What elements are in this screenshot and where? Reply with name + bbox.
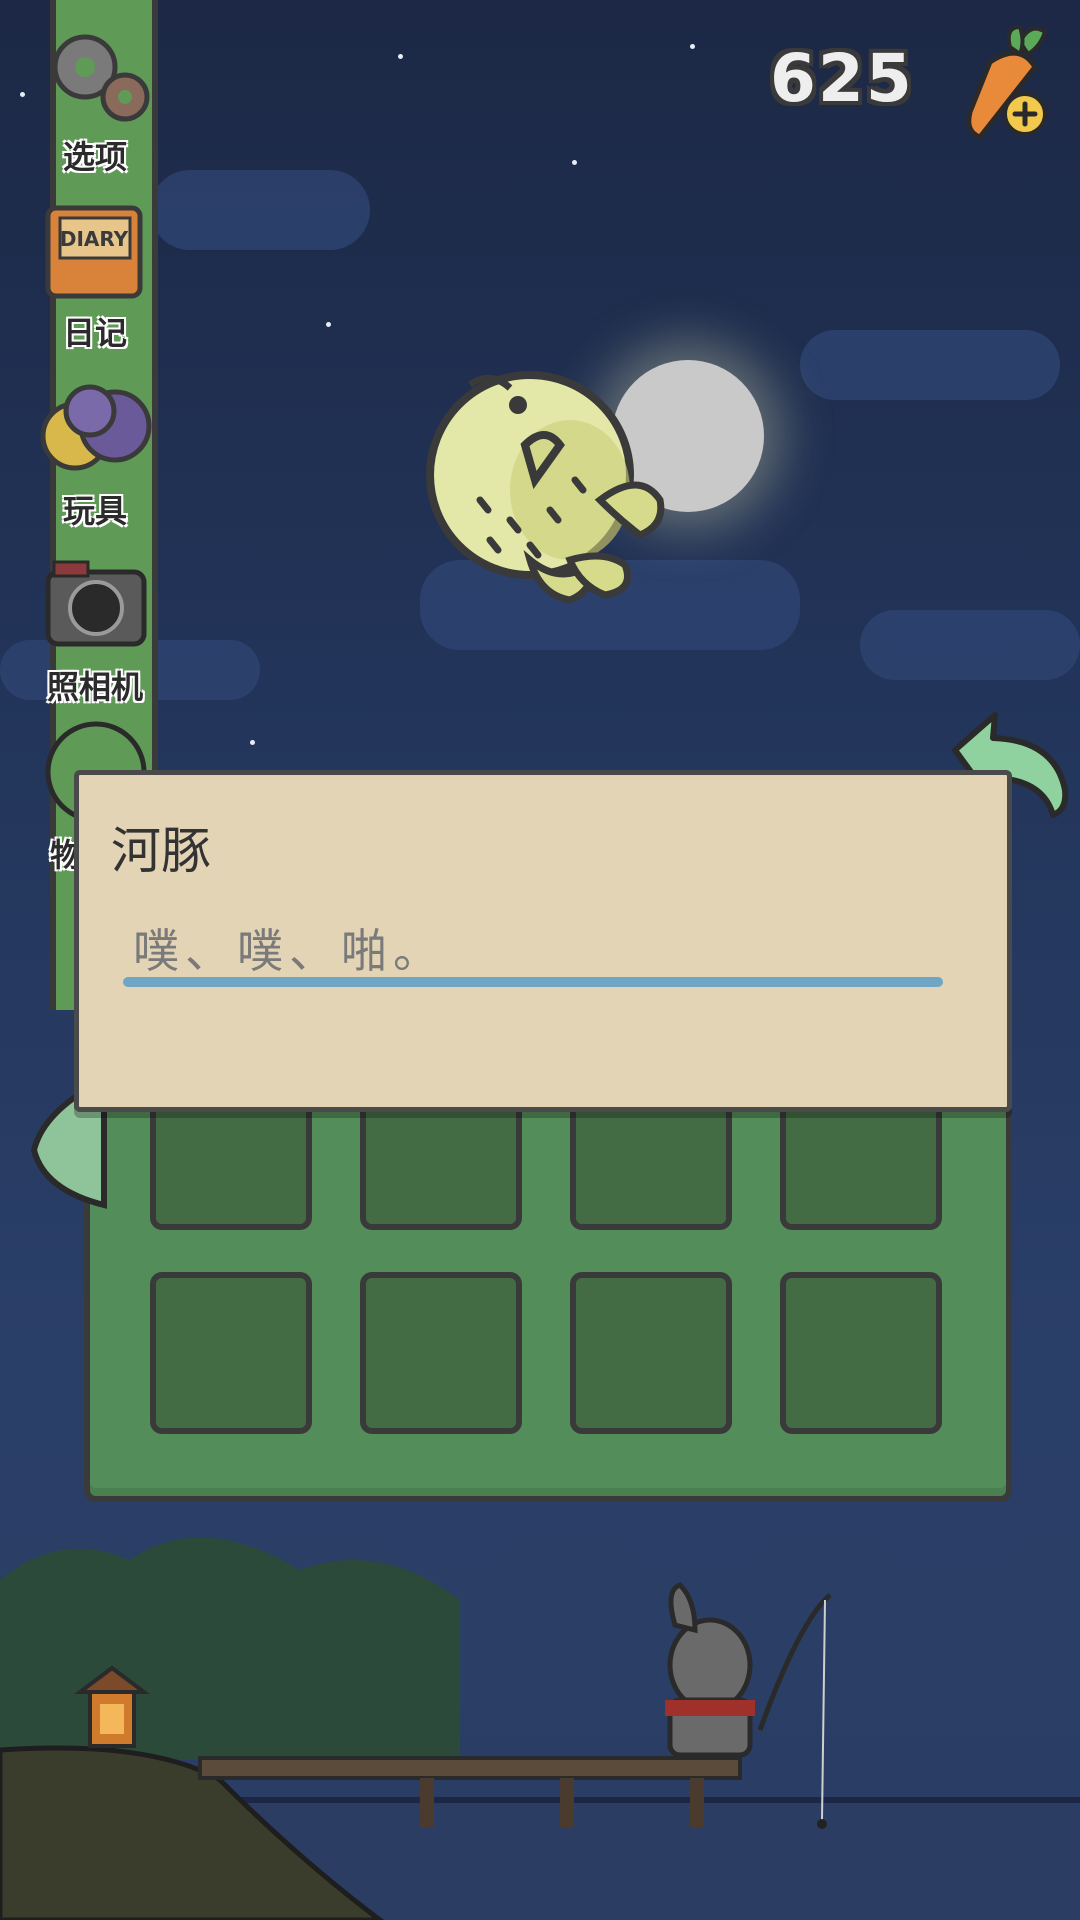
- menu-label: 选项: [62, 138, 127, 177]
- star: [690, 44, 695, 49]
- star: [20, 92, 25, 97]
- dialog-box[interactable]: 河豚 噗、噗、啪。: [74, 770, 1012, 1112]
- inventory-slot[interactable]: [150, 1272, 312, 1434]
- star: [326, 322, 331, 327]
- dialog-message: 噗、噗、啪。: [133, 924, 445, 978]
- pufferfish-sprite[interactable]: [410, 350, 710, 620]
- camera-icon: [45, 560, 147, 647]
- menu-label: 照相机: [46, 668, 143, 707]
- menu-item-options[interactable]: 选项: [30, 22, 160, 178]
- carrot-plus-icon[interactable]: [950, 22, 1060, 142]
- cloud: [860, 610, 1080, 680]
- menu-label: 玩具: [62, 492, 127, 531]
- star: [250, 740, 255, 745]
- gear-icon: [52, 34, 150, 122]
- star: [572, 160, 577, 165]
- dialog-divider-bar: [123, 977, 943, 987]
- diary-icon: DIARY: [45, 205, 143, 299]
- dialog-speaker-name: 河豚: [111, 822, 211, 880]
- menu-item-toys[interactable]: 玩具: [30, 376, 160, 532]
- game-scene: 选项 DIARY 日记 玩具 照相机 物 625 河豚 噗、噗、啪。: [0, 0, 1080, 1920]
- lake-landscape: [0, 1537, 1080, 1920]
- bunny-fishing-sprite: [665, 1582, 832, 1829]
- inventory-slot[interactable]: [570, 1272, 732, 1434]
- inventory-slot[interactable]: [780, 1272, 942, 1434]
- svg-text:DIARY: DIARY: [60, 227, 129, 251]
- cloud: [150, 170, 370, 250]
- cloud: [800, 330, 1060, 400]
- inventory-slot[interactable]: [360, 1272, 522, 1434]
- toy-balls-icon: [40, 384, 152, 471]
- star: [398, 54, 403, 59]
- menu-item-camera[interactable]: 照相机: [30, 552, 160, 708]
- carrot-count: 625: [770, 40, 914, 117]
- menu-label: 日记: [62, 314, 127, 353]
- menu-item-diary[interactable]: DIARY 日记: [30, 198, 160, 354]
